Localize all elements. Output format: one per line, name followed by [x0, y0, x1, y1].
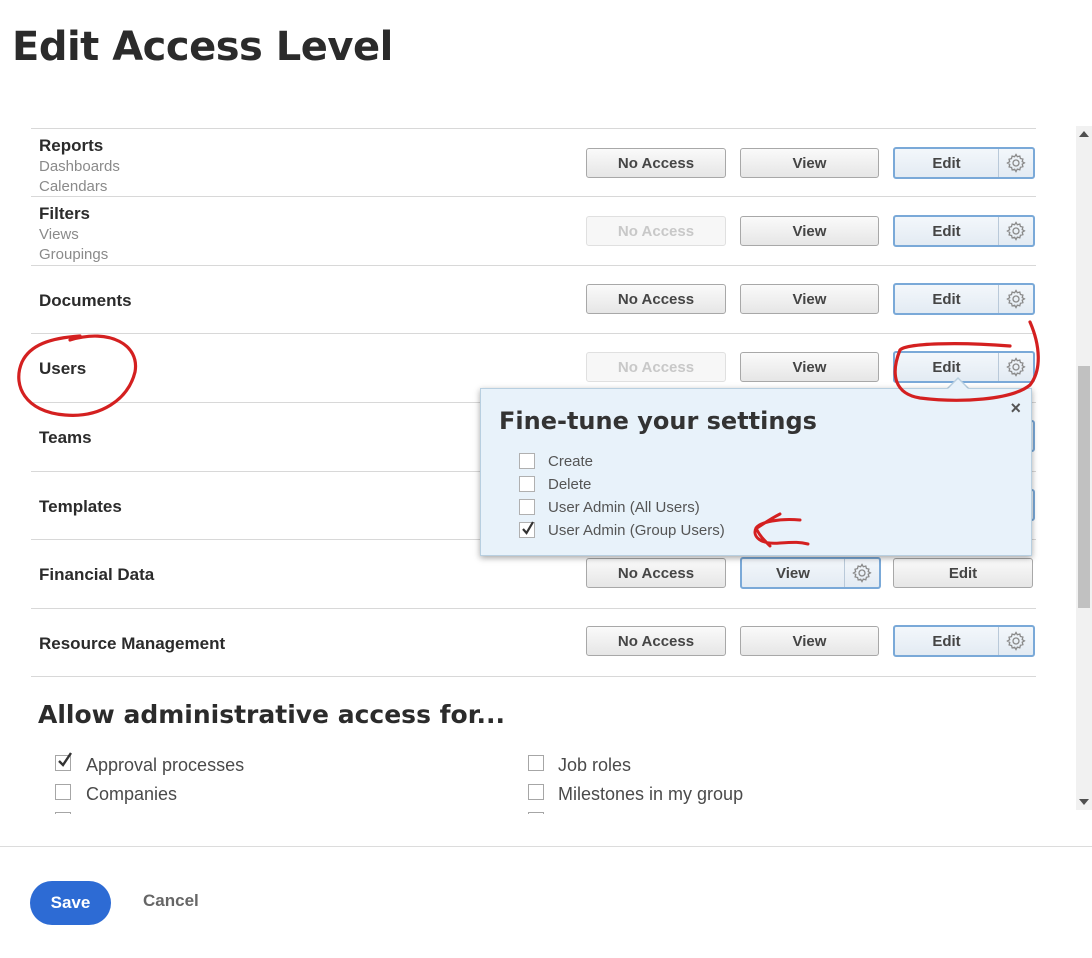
gear-icon[interactable]: [998, 217, 1033, 245]
edit-button[interactable]: Edit: [893, 625, 1035, 657]
row-name: Resource Management: [39, 634, 226, 653]
no-access-button[interactable]: No Access: [586, 148, 726, 178]
view-button[interactable]: View: [740, 216, 879, 246]
gear-icon[interactable]: [998, 285, 1033, 313]
job-roles-checkbox[interactable]: [528, 755, 544, 771]
checkmark-icon: [58, 752, 72, 767]
no-access-button: No Access: [586, 352, 726, 382]
access-row-reports: Reports Dashboards Calendars No Access V…: [31, 128, 1036, 196]
delete-label: Delete: [548, 476, 592, 493]
gear-icon[interactable]: [998, 149, 1033, 177]
user-admin-group-label: User Admin (Group Users): [548, 522, 725, 539]
footer: Save Cancel: [0, 846, 1092, 958]
scrollbar[interactable]: [1076, 126, 1092, 810]
gear-icon[interactable]: [998, 627, 1033, 655]
edit-button[interactable]: Edit: [893, 283, 1035, 315]
view-button[interactable]: View: [740, 557, 881, 589]
partial-checkbox[interactable]: [528, 812, 544, 814]
popup-title: Fine-tune your settings: [499, 407, 817, 435]
popup-pointer-inner: [947, 379, 969, 390]
view-button[interactable]: View: [740, 148, 879, 178]
page-title: Edit Access Level: [12, 24, 393, 70]
edit-button[interactable]: Edit: [893, 215, 1035, 247]
row-name: Financial Data: [39, 565, 155, 584]
user-admin-all-checkbox[interactable]: [519, 499, 535, 515]
view-button[interactable]: View: [740, 284, 879, 314]
scroll-down-arrow-icon[interactable]: [1079, 799, 1089, 805]
row-name: Templates: [39, 497, 122, 516]
checkmark-icon: [522, 521, 534, 535]
milestones-label: Milestones in my group: [558, 784, 744, 804]
row-name: Teams: [39, 428, 92, 447]
gear-icon[interactable]: [844, 559, 879, 587]
row-sub-item: Groupings: [39, 246, 109, 263]
user-admin-group-checkbox[interactable]: [519, 521, 535, 538]
row-name: Reports: [39, 136, 104, 155]
user-admin-all-label: User Admin (All Users): [548, 499, 700, 516]
access-row-resource-management: Resource Management No Access View Edit: [31, 608, 1036, 677]
view-button[interactable]: View: [740, 626, 879, 656]
scrollbar-thumb[interactable]: [1078, 366, 1090, 608]
scroll-up-arrow-icon[interactable]: [1079, 131, 1089, 137]
approval-processes-checkbox[interactable]: [55, 752, 72, 771]
job-roles-label: Job roles: [558, 755, 632, 775]
row-sub-item: Calendars: [39, 178, 108, 195]
no-access-button: No Access: [586, 216, 726, 246]
delete-checkbox[interactable]: [519, 476, 535, 492]
access-row-documents: Documents No Access View Edit: [31, 265, 1036, 333]
gear-icon[interactable]: [998, 353, 1033, 381]
companies-checkbox[interactable]: [55, 784, 71, 800]
partial-checkbox[interactable]: [55, 812, 71, 814]
row-name: Filters: [39, 204, 91, 223]
cancel-button[interactable]: Cancel: [143, 891, 199, 911]
view-button[interactable]: View: [740, 352, 879, 382]
save-button[interactable]: Save: [30, 881, 111, 925]
no-access-button[interactable]: No Access: [586, 626, 726, 656]
row-sub-item: Dashboards: [39, 158, 120, 175]
companies-label: Companies: [86, 784, 178, 804]
milestones-checkbox[interactable]: [528, 784, 544, 800]
create-label: Create: [548, 453, 594, 470]
create-checkbox[interactable]: [519, 453, 535, 469]
row-name: Users: [39, 359, 87, 378]
access-row-filters: Filters Views Groupings No Access View E…: [31, 196, 1036, 265]
no-access-button[interactable]: No Access: [586, 284, 726, 314]
fine-tune-popup: Fine-tune your settings × Create Delete …: [480, 388, 1032, 556]
row-sub-item: Views: [39, 226, 79, 243]
edit-button[interactable]: Edit: [893, 147, 1035, 179]
approval-processes-label: Approval processes: [86, 755, 245, 775]
edit-button[interactable]: Edit: [893, 558, 1033, 588]
no-access-button[interactable]: No Access: [586, 558, 726, 588]
admin-access-title: Allow administrative access for...: [38, 700, 505, 729]
row-name: Documents: [39, 291, 132, 310]
close-icon[interactable]: ×: [1010, 398, 1021, 419]
